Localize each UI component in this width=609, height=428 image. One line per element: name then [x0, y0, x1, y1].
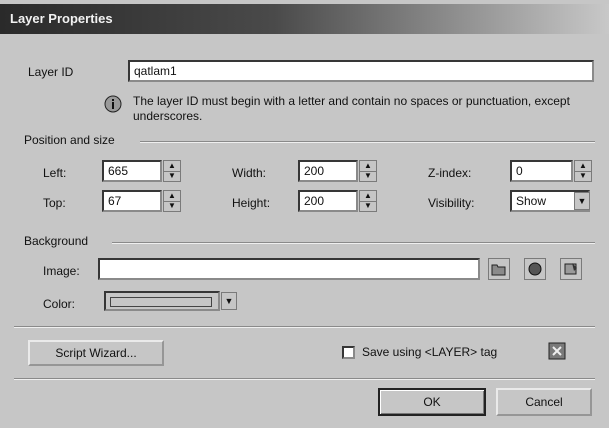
eyedropper-icon[interactable] [524, 258, 546, 280]
position-size-heading: Position and size [24, 133, 115, 147]
save-layer-tag-label: Save using <LAYER> tag [362, 345, 498, 359]
save-layer-tag-checkbox[interactable] [342, 346, 355, 359]
top-input[interactable]: 67 [102, 190, 162, 212]
zindex-input[interactable]: 0 [510, 160, 573, 182]
visibility-label: Visibility: [428, 196, 475, 210]
left-input[interactable]: 665 [102, 160, 162, 182]
height-spinner[interactable]: ▲ ▼ [359, 190, 377, 212]
section-divider [14, 326, 595, 328]
image-input[interactable] [98, 258, 480, 280]
layer-id-input[interactable]: qatlam1 [128, 60, 594, 82]
image-label: Image: [43, 264, 80, 278]
ok-button[interactable]: OK [378, 388, 486, 416]
cancel-button[interactable]: Cancel [496, 388, 592, 416]
folder-icon[interactable] [488, 258, 510, 280]
color-label: Color: [43, 297, 76, 311]
layer-properties-dialog: Layer Properties Layer ID qatlam1 The la… [0, 0, 609, 428]
layer-id-hint: The layer ID must begin with a letter an… [133, 94, 570, 123]
color-swatch-button[interactable] [104, 291, 220, 311]
visibility-value: Show [516, 194, 547, 208]
info-icon [104, 95, 122, 113]
chevron-down-icon[interactable]: ▼ [221, 292, 237, 310]
width-input[interactable]: 200 [298, 160, 358, 182]
title-bar: Layer Properties [0, 4, 609, 34]
help-icon[interactable] [548, 342, 566, 360]
width-spinner[interactable]: ▲ ▼ [359, 160, 377, 182]
spin-down-icon[interactable]: ▼ [575, 171, 591, 181]
height-input[interactable]: 200 [298, 190, 358, 212]
left-label: Left: [43, 166, 67, 180]
top-spinner[interactable]: ▲ ▼ [163, 190, 181, 212]
spin-down-icon[interactable]: ▼ [360, 201, 376, 211]
height-label: Height: [232, 196, 271, 210]
section-divider [140, 141, 595, 143]
edit-image-icon[interactable] [560, 258, 582, 280]
color-swatch [110, 297, 212, 307]
left-spinner[interactable]: ▲ ▼ [163, 160, 181, 182]
section-divider [112, 242, 595, 244]
section-divider [14, 378, 595, 380]
spin-down-icon[interactable]: ▼ [164, 171, 180, 181]
zindex-spinner[interactable]: ▲ ▼ [574, 160, 592, 182]
spin-down-icon[interactable]: ▼ [360, 171, 376, 181]
zindex-label: Z-index: [428, 166, 472, 180]
script-wizard-button[interactable]: Script Wizard... [28, 340, 164, 366]
layer-id-label: Layer ID [28, 65, 74, 79]
top-label: Top: [43, 196, 66, 210]
width-label: Width: [232, 166, 267, 180]
background-heading: Background [24, 234, 89, 248]
window-title: Layer Properties [10, 11, 113, 26]
spin-down-icon[interactable]: ▼ [164, 201, 180, 211]
chevron-down-icon[interactable]: ▼ [574, 192, 590, 210]
